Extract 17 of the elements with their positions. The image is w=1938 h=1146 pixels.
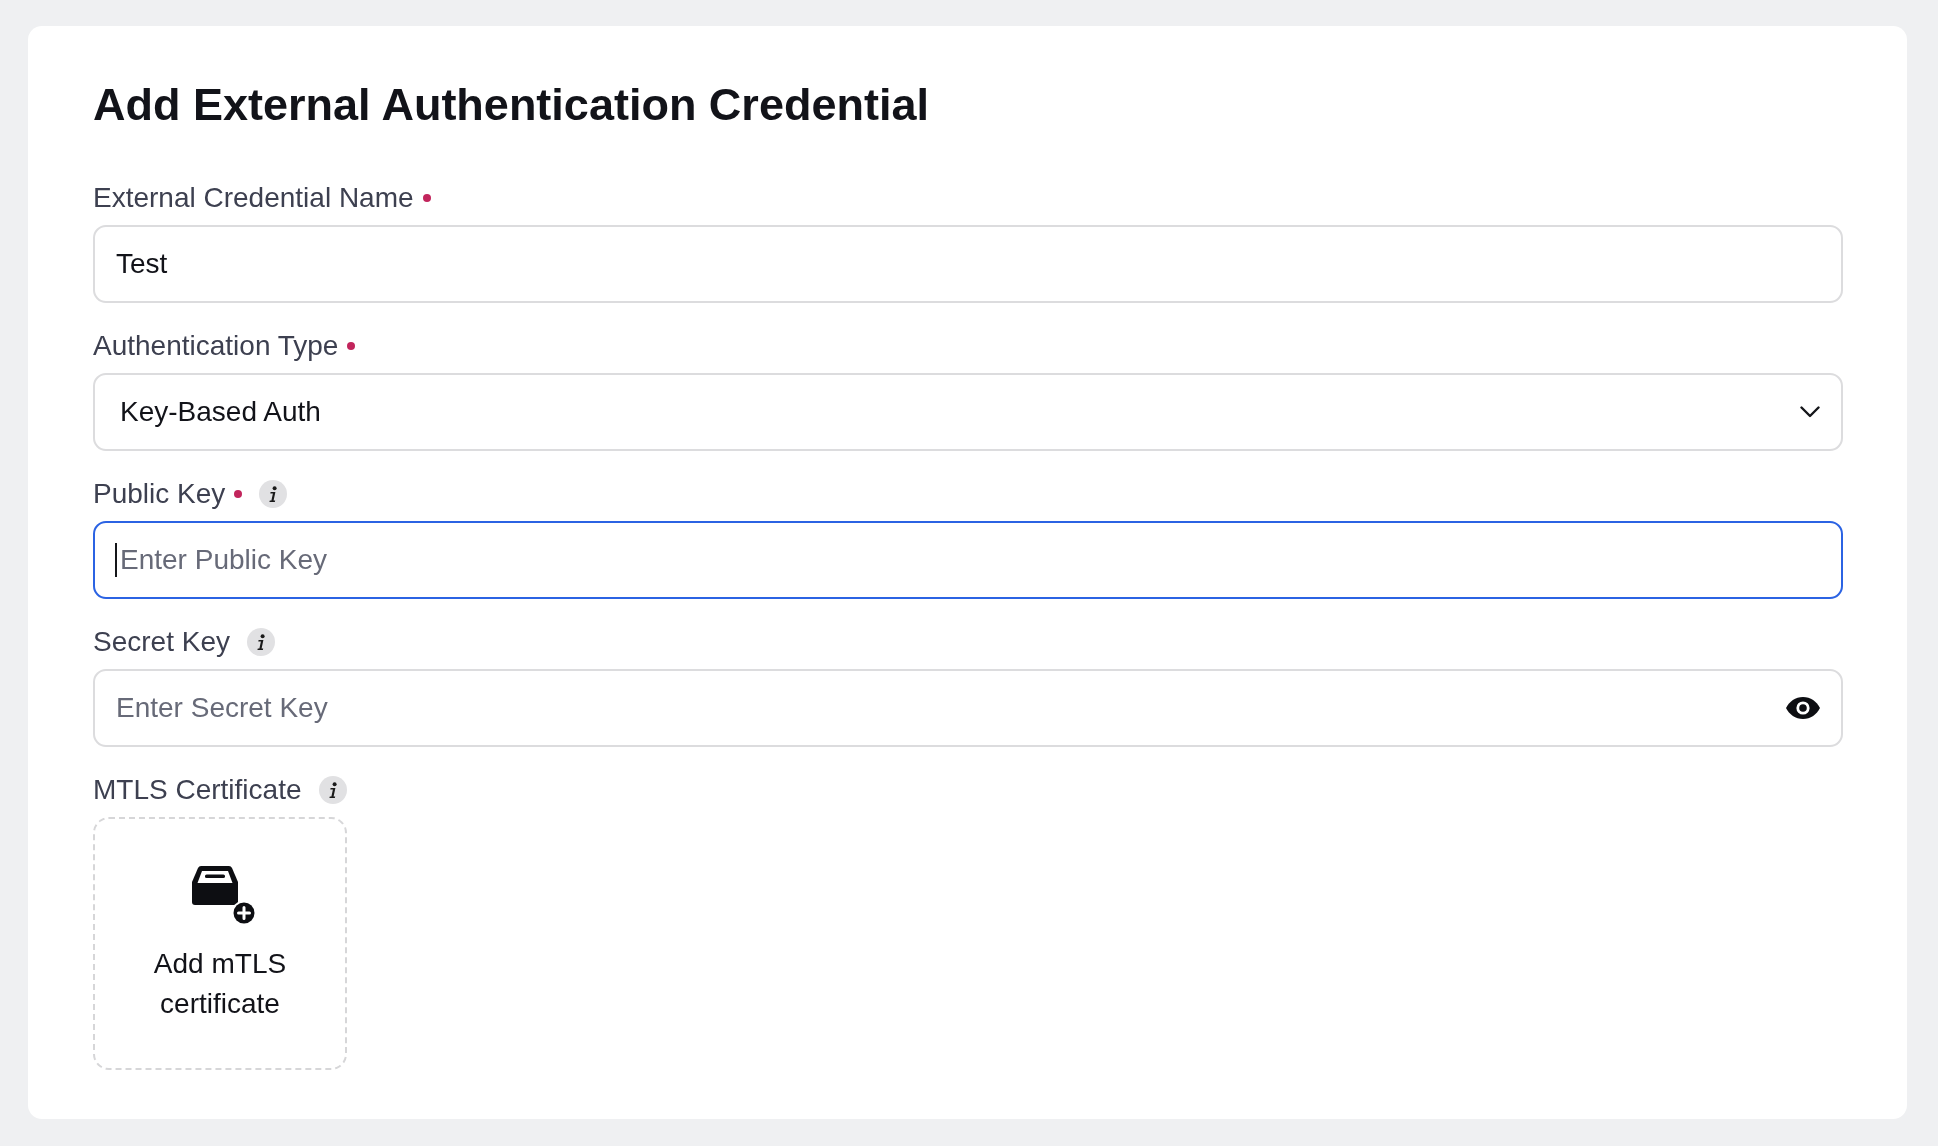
info-icon[interactable] <box>259 480 288 508</box>
info-icon[interactable] <box>318 776 347 804</box>
field-label: Authentication Type <box>93 330 339 362</box>
text-cursor <box>115 543 117 577</box>
input-field[interactable]: Enter Public Key <box>93 521 1843 599</box>
field-label: External Credential Name <box>93 182 414 214</box>
dropdown-select[interactable]: Key-Based Auth <box>93 373 1843 451</box>
eye-icon[interactable] <box>1786 697 1820 719</box>
field-label: Secret Key <box>93 626 230 658</box>
field-label: Public Key <box>93 478 226 510</box>
inbox-add-icon <box>192 865 256 925</box>
chevron-down-icon <box>1800 406 1820 418</box>
field-label: MTLS Certificate <box>93 774 302 806</box>
add-certificate-button[interactable]: Add mTLS certificate <box>93 817 347 1070</box>
form-title: Add External Authentication Credential <box>93 79 929 131</box>
input-field[interactable]: Test <box>93 225 1843 303</box>
info-icon[interactable] <box>246 628 275 656</box>
